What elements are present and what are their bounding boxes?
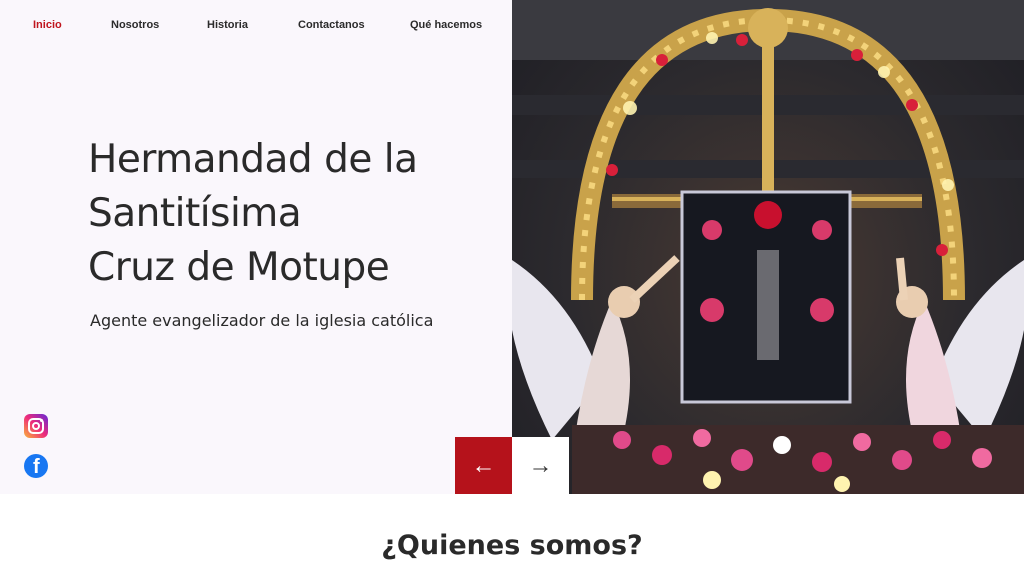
about-section-title: ¿Quienes somos? bbox=[381, 530, 643, 561]
nav-item-que-hacemos[interactable]: Qué hacemos bbox=[410, 19, 482, 31]
hero-title-line: Hermandad de la bbox=[88, 137, 418, 182]
nav-item-inicio[interactable]: Inicio bbox=[33, 19, 62, 31]
facebook-icon[interactable]: f bbox=[24, 454, 48, 478]
nav-item-contactanos[interactable]: Contactanos bbox=[298, 19, 365, 31]
hero-title-line: Cruz de Motupe bbox=[88, 245, 390, 290]
nav-item-historia[interactable]: Historia bbox=[207, 19, 248, 31]
nav-item-nosotros[interactable]: Nosotros bbox=[111, 19, 159, 31]
instagram-icon[interactable] bbox=[24, 414, 48, 438]
hero-left-panel: Inicio Nosotros Historia Contactanos Qué… bbox=[0, 0, 512, 494]
carousel-next-button[interactable]: → bbox=[512, 437, 569, 494]
hero-image bbox=[512, 0, 1024, 494]
main-nav: Inicio Nosotros Historia Contactanos Qué… bbox=[0, 0, 512, 52]
hero-subtitle: Agente evangelizador de la iglesia catól… bbox=[90, 311, 434, 330]
carousel-prev-button[interactable]: ← bbox=[455, 437, 512, 494]
hero-title: Hermandad de la Santitísima Cruz de Motu… bbox=[88, 133, 488, 295]
hero-title-line: Santitísima bbox=[88, 191, 302, 236]
cross-float-illustration bbox=[512, 0, 1024, 494]
page: Inicio Nosotros Historia Contactanos Qué… bbox=[0, 0, 1024, 574]
